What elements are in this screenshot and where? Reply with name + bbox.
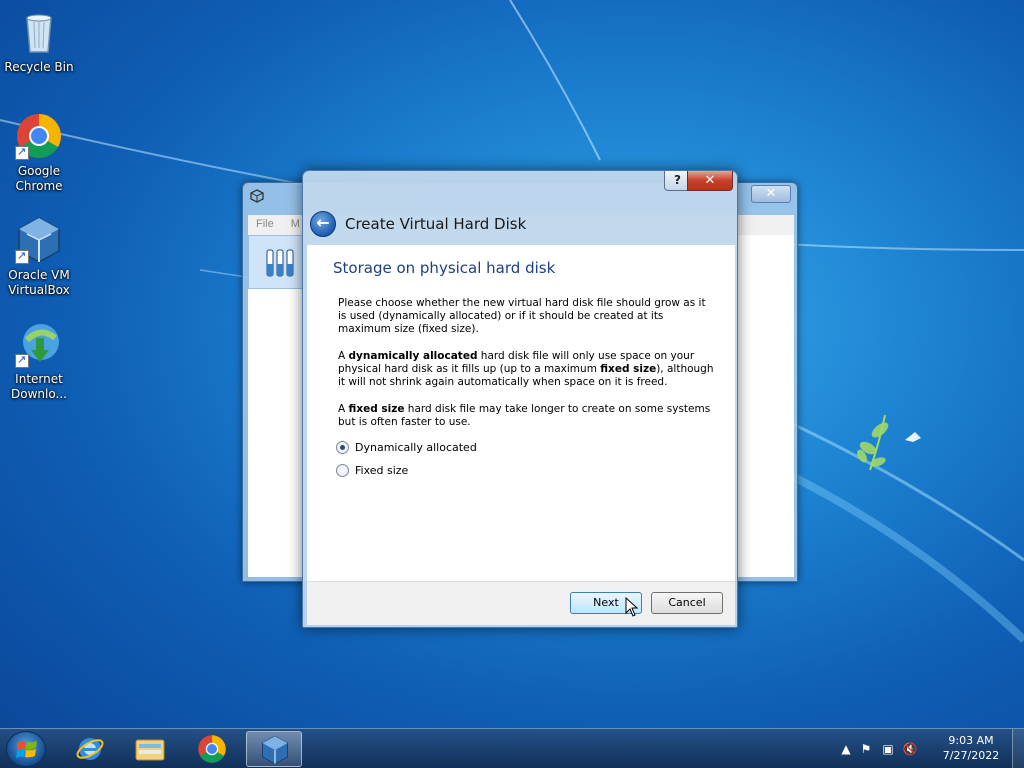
tools-icon bbox=[265, 246, 295, 282]
cancel-button[interactable]: Cancel bbox=[651, 592, 723, 614]
virtualbox-icon bbox=[15, 216, 63, 264]
taskbar-virtualbox[interactable] bbox=[246, 731, 302, 767]
action-center-flag-icon[interactable]: ⚑ bbox=[858, 741, 874, 757]
description-paragraph-1: Please choose whether the new virtual ha… bbox=[338, 297, 706, 335]
tools-button[interactable] bbox=[248, 235, 308, 289]
virtualbox-icon bbox=[262, 735, 288, 765]
windows-logo-icon bbox=[16, 741, 37, 758]
shortcut-arrow-icon bbox=[15, 144, 29, 160]
dialog-footer: Next Cancel bbox=[307, 581, 735, 625]
bold-term: fixed size bbox=[348, 403, 405, 415]
description-paragraph-2: A dynamically allocated hard disk file w… bbox=[338, 350, 714, 388]
idm-icon bbox=[15, 320, 63, 368]
shortcut-arrow-icon bbox=[15, 352, 29, 368]
dialog-title: Create Virtual Hard Disk bbox=[345, 215, 527, 233]
desktop-icon-google-chrome[interactable]: Google Chrome bbox=[1, 112, 77, 194]
description-paragraph-3: A fixed size hard disk file may take lon… bbox=[338, 403, 711, 428]
radio-button[interactable] bbox=[336, 441, 349, 454]
taskbar-google-chrome[interactable] bbox=[184, 731, 240, 767]
clock-time: 9:03 AM bbox=[948, 734, 994, 747]
internet-explorer-icon bbox=[76, 738, 104, 760]
desktop-icon-internet-download-manager[interactable]: Internet Downlo... bbox=[1, 320, 77, 402]
taskbar-internet-explorer[interactable] bbox=[62, 731, 118, 767]
taskbar: ▲ ⚑ ▣ 🔇 9:03 AM 7/27/2022 bbox=[0, 728, 1024, 768]
mouse-cursor-icon bbox=[625, 597, 639, 617]
clock-date: 7/27/2022 bbox=[942, 749, 1000, 762]
menu-file[interactable]: File bbox=[256, 218, 274, 230]
radio-dynamically-allocated[interactable]: Dynamically allocated bbox=[336, 441, 477, 454]
bold-term: dynamically allocated bbox=[348, 350, 478, 362]
virtualbox-icon bbox=[250, 188, 264, 203]
close-button[interactable]: ✕ bbox=[687, 171, 733, 191]
radio-label: Fixed size bbox=[355, 464, 409, 477]
show-desktop-button[interactable] bbox=[1012, 729, 1024, 768]
desktop-icon-label: Google Chrome bbox=[15, 164, 63, 193]
back-arrow-icon[interactable]: ← bbox=[310, 211, 336, 237]
desktop-icon-label: Recycle Bin bbox=[4, 60, 74, 74]
recycle-bin-icon bbox=[15, 8, 63, 56]
start-button[interactable] bbox=[6, 731, 46, 767]
desktop-icon-recycle-bin[interactable]: Recycle Bin bbox=[1, 8, 77, 75]
shortcut-arrow-icon bbox=[15, 248, 29, 264]
desktop-icon-label: Internet Downlo... bbox=[11, 372, 67, 401]
taskbar-file-explorer[interactable] bbox=[122, 731, 178, 767]
system-tray: ▲ ⚑ ▣ 🔇 9:03 AM 7/27/2022 bbox=[834, 729, 1024, 768]
show-hidden-icons-icon[interactable]: ▲ bbox=[838, 741, 854, 757]
file-explorer-icon bbox=[135, 739, 165, 761]
radio-button[interactable] bbox=[336, 464, 349, 477]
chrome-icon bbox=[15, 112, 63, 160]
dialog-header: ← Create Virtual Hard Disk bbox=[307, 201, 735, 245]
volume-muted-icon[interactable]: 🔇 bbox=[902, 741, 918, 757]
bold-term: fixed size bbox=[600, 363, 657, 375]
desktop-icon-virtualbox[interactable]: Oracle VM VirtualBox bbox=[1, 216, 77, 298]
close-button[interactable]: ✕ bbox=[751, 185, 791, 203]
dialog-body: Storage on physical hard disk Please cho… bbox=[307, 245, 735, 581]
chrome-icon bbox=[198, 735, 226, 763]
radio-fixed-size[interactable]: Fixed size bbox=[336, 464, 408, 477]
create-virtual-hard-disk-dialog: ? ✕ ← Create Virtual Hard Disk Storage o… bbox=[302, 170, 738, 628]
page-heading: Storage on physical hard disk bbox=[333, 259, 556, 277]
network-icon[interactable]: ▣ bbox=[880, 741, 896, 757]
menu-machine[interactable]: M bbox=[291, 218, 300, 230]
clock[interactable]: 9:03 AM 7/27/2022 bbox=[936, 733, 1006, 763]
desktop-icon-label: Oracle VM VirtualBox bbox=[8, 268, 70, 297]
radio-label: Dynamically allocated bbox=[355, 441, 477, 454]
